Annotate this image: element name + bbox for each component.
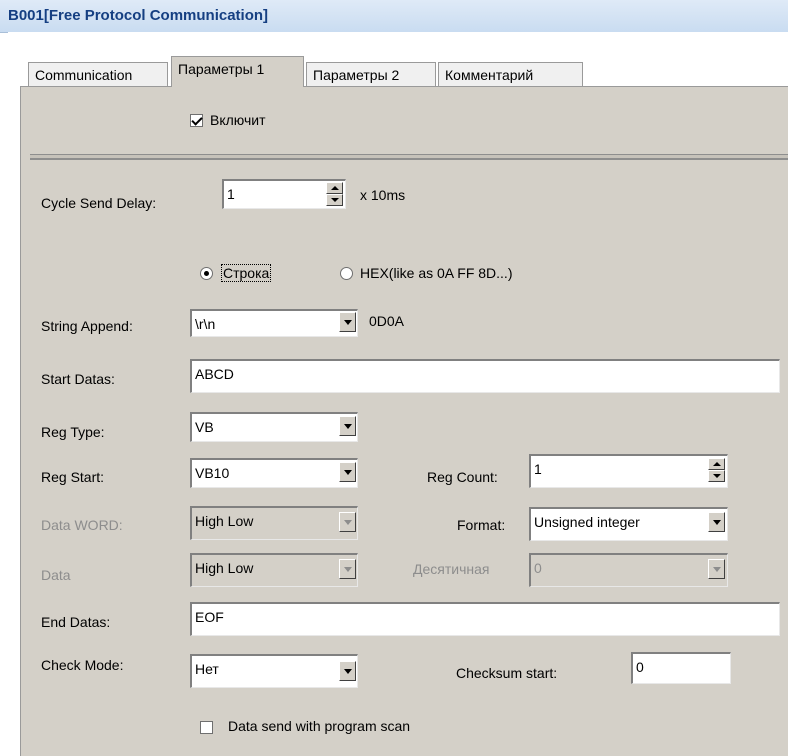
decimal-dropdown-icon [708,559,725,579]
hex-radio-label: HEX(like as 0A FF 8D...) [360,265,513,281]
end-datas-label: End Datas: [41,614,111,630]
check-mode-dropdown-icon[interactable] [339,661,356,681]
string-append-label: String Append: [41,318,133,334]
reg-start-label: Reg Start: [41,469,105,485]
tab-parameters-2[interactable]: Параметры 2 [306,62,436,86]
string-append-dropdown-icon[interactable] [339,312,356,332]
data-word-select: High Low [190,506,358,540]
reg-type-select[interactable]: VB [190,412,358,442]
start-datas-input[interactable]: ABCD [190,359,780,393]
tab-communication[interactable]: Communication [28,62,168,86]
data-word-value: High Low [195,513,254,529]
reg-count-value: 1 [534,461,542,477]
data-select: High Low [190,553,358,587]
separator [30,154,788,160]
string-append-hex: 0D0A [369,313,405,329]
start-datas-value: ABCD [195,366,234,382]
data-word-dropdown-icon [339,512,356,532]
send-with-scan-checkbox[interactable] [200,721,213,734]
decimal-select: 0 [529,553,728,587]
format-select[interactable]: Unsigned integer [529,507,728,541]
reg-start-select[interactable]: VB10 [190,458,358,488]
reg-start-dropdown-icon[interactable] [339,462,356,482]
string-radio-label: Строка [220,264,272,282]
reg-type-label: Reg Type: [41,424,105,440]
end-datas-value: EOF [195,609,224,625]
spin-up-icon[interactable] [326,182,343,194]
hex-radio[interactable] [340,267,353,280]
spin-down-icon[interactable] [708,470,725,482]
tab-comment[interactable]: Комментарий [438,62,583,86]
cycle-send-delay-label: Cycle Send Delay: [41,195,157,211]
format-dropdown-icon[interactable] [708,512,725,532]
checksum-start-input[interactable]: 0 [631,652,731,684]
string-append-value: \r\n [195,316,216,332]
start-datas-label: Start Datas: [41,371,115,387]
spin-down-icon[interactable] [326,194,343,206]
cycle-send-delay-value: 1 [227,186,235,202]
checksum-start-value: 0 [636,659,644,675]
window-title: B001[Free Protocol Communication] [8,7,269,24]
cycle-send-delay-spinner[interactable] [326,182,343,206]
check-mode-value: Нет [195,661,219,677]
string-radio[interactable] [200,267,213,280]
enable-checkbox[interactable] [190,114,203,127]
data-word-label: Data WORD: [41,517,123,533]
window-titlebar: B001[Free Protocol Communication] [0,0,788,33]
reg-start-value: VB10 [195,465,230,481]
check-mode-label: Check Mode: [41,657,124,673]
send-with-scan-label: Data send with program scan [228,718,411,734]
reg-count-input[interactable]: 1 [529,454,728,488]
reg-count-label: Reg Count: [427,469,498,485]
format-label: Format: [457,517,506,533]
reg-count-spinner[interactable] [708,458,725,482]
reg-type-value: VB [195,419,214,435]
data-dropdown-icon [339,559,356,579]
decimal-label: Десятичная [413,561,490,577]
end-datas-input[interactable]: EOF [190,602,780,636]
reg-type-dropdown-icon[interactable] [339,416,356,436]
checksum-start-label: Checksum start: [456,665,558,681]
spin-up-icon[interactable] [708,458,725,470]
format-value: Unsigned integer [534,514,640,530]
data-value: High Low [195,560,254,576]
tab-parameters-1[interactable]: Параметры 1 [171,56,304,87]
enable-label: Включит [210,112,266,128]
decimal-value: 0 [534,560,542,576]
cycle-send-delay-unit: x 10ms [360,187,406,203]
data-label: Data [41,567,71,583]
string-append-select[interactable]: \r\n [190,309,358,337]
check-mode-select[interactable]: Нет [190,654,358,688]
